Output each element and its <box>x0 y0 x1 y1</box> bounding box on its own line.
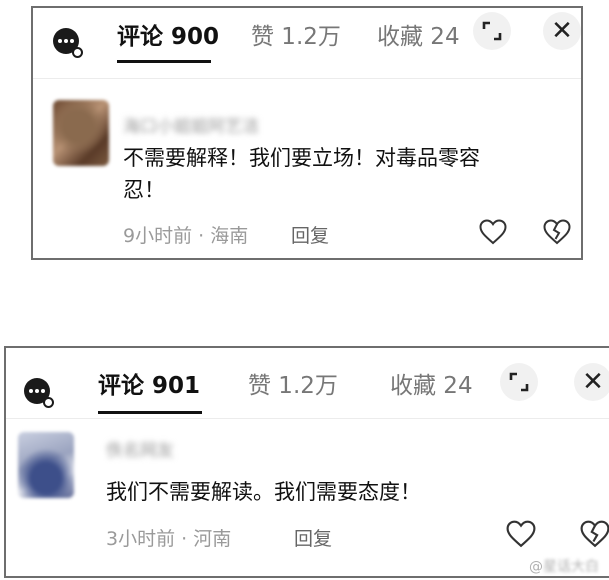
comment-menu-icon[interactable] <box>24 378 54 408</box>
comment-meta: 9小时前 · 海南 <box>123 221 248 248</box>
tab-favorites[interactable]: 收藏 24 <box>377 17 459 51</box>
avatar[interactable] <box>18 432 74 498</box>
close-icon: ✕ <box>582 367 604 397</box>
watermark-prefix: @ <box>529 559 543 575</box>
expand-icon <box>482 21 502 41</box>
tab-favorites[interactable]: 收藏 24 <box>390 366 480 400</box>
comment-time: 9小时前 <box>123 225 193 247</box>
comment-header: 评论 900 赞 1.2万 收藏 24 ✕ <box>33 8 581 79</box>
expand-button[interactable] <box>500 363 538 401</box>
active-tab-underline <box>98 411 202 414</box>
reply-button[interactable]: 回复 <box>294 524 332 551</box>
active-tab-underline <box>117 60 211 63</box>
comment-author-name[interactable]: 海口小姐姐阿艺洁 <box>123 112 259 137</box>
reply-button[interactable]: 回复 <box>291 221 329 248</box>
watermark-name: 星话大白 <box>543 559 599 575</box>
comment-author-name[interactable]: 佚名网友 <box>106 436 174 461</box>
dislike-icon[interactable] <box>580 520 609 548</box>
comment-panel-1: 评论 900 赞 1.2万 收藏 24 ✕ 海口小姐姐阿艺洁 不需要解释！我们要… <box>31 6 583 260</box>
tab-comments[interactable]: 评论 901 <box>98 366 200 400</box>
close-icon: ✕ <box>551 16 573 46</box>
comment-location: 河南 <box>193 528 232 550</box>
tab-likes[interactable]: 赞 1.2万 <box>248 366 338 400</box>
meta-separator: · <box>181 528 188 550</box>
comment-meta: 3小时前 · 河南 <box>106 524 231 551</box>
comment-location: 海南 <box>210 225 249 247</box>
meta-separator: · <box>198 225 205 247</box>
weibo-watermark: @星话大白 <box>529 556 599 576</box>
avatar[interactable] <box>53 100 109 166</box>
expand-icon <box>509 372 529 392</box>
tab-comments[interactable]: 评论 900 <box>117 17 219 51</box>
comment-panel-2: 评论 901 赞 1.2万 收藏 24 ✕ 佚名网友 我们不需要解读。我们需要态… <box>4 346 609 578</box>
comment-menu-icon[interactable] <box>53 28 83 58</box>
comment-text-line: 我们不需要解读。我们需要态度！ <box>106 480 421 504</box>
dislike-icon[interactable] <box>543 219 571 245</box>
like-icon[interactable] <box>479 219 507 245</box>
comment-time: 3小时前 <box>106 528 176 550</box>
close-button[interactable]: ✕ <box>543 12 581 50</box>
expand-button[interactable] <box>473 12 511 50</box>
tab-likes[interactable]: 赞 1.2万 <box>251 17 341 51</box>
comment-text-line: 忍！ <box>123 178 165 202</box>
close-button[interactable]: ✕ <box>574 363 609 401</box>
like-icon[interactable] <box>506 520 536 548</box>
comment-text: 不需要解释！我们要立场！对毒品零容 忍！ <box>123 142 480 206</box>
comment-header: 评论 901 赞 1.2万 收藏 24 ✕ <box>6 348 609 419</box>
comment-text: 我们不需要解读。我们需要态度！ <box>106 476 421 508</box>
comment-text-line: 不需要解释！我们要立场！对毒品零容 <box>123 146 480 170</box>
